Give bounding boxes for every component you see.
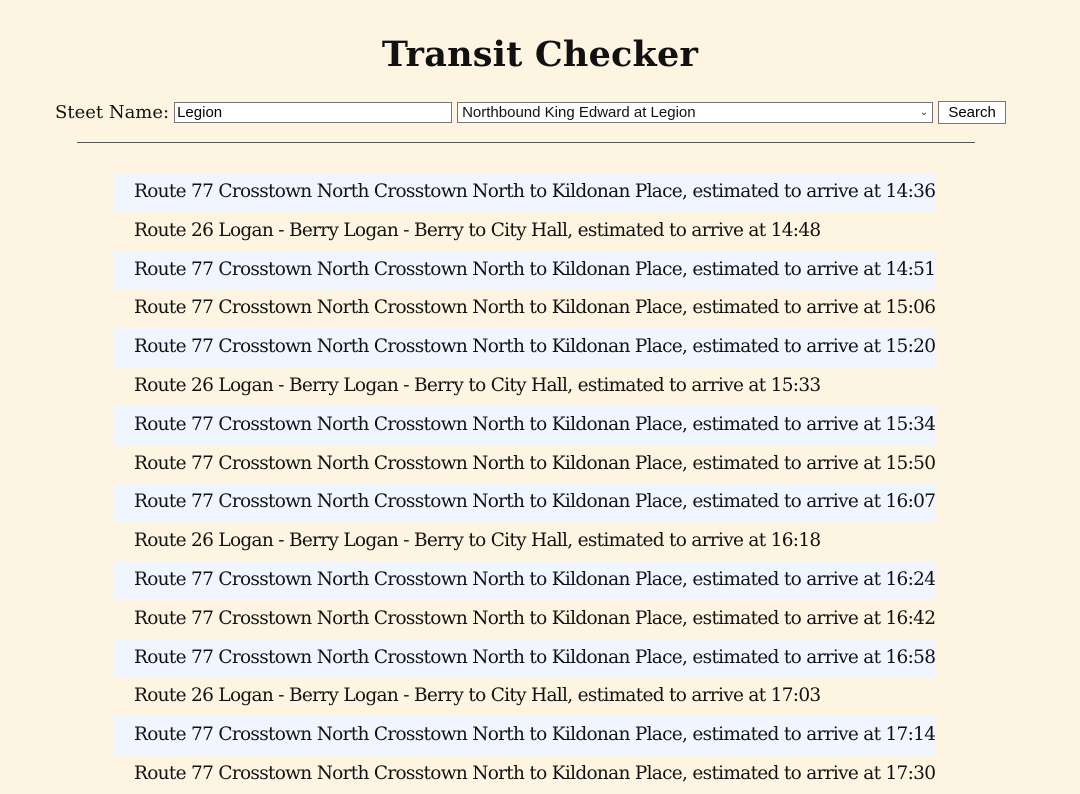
result-item: Route 77 Crosstown North Crosstown North…	[114, 638, 935, 678]
street-name-input[interactable]	[174, 102, 453, 123]
result-item: Route 77 Crosstown North Crosstown North…	[114, 328, 935, 367]
page-title: Transit Checker	[381, 34, 699, 75]
results-list: Route 77 Crosstown North Crosstown North…	[114, 173, 935, 794]
result-item: Route 77 Crosstown North Crosstown North…	[134, 607, 935, 629]
stop-select-value: Northbound King Edward at Legion	[462, 104, 696, 121]
result-item: Route 26 Logan - Berry Logan - Berry to …	[134, 685, 821, 707]
result-item: Route 77 Crosstown North Crosstown North…	[114, 716, 935, 755]
chevron-down-icon: ⌄	[919, 107, 929, 118]
result-item: Route 77 Crosstown North Crosstown North…	[114, 250, 935, 290]
result-item: Route 77 Crosstown North Crosstown North…	[114, 560, 935, 600]
result-item: Route 77 Crosstown North Crosstown North…	[114, 173, 935, 212]
result-item: Route 26 Logan - Berry Logan - Berry to …	[134, 530, 821, 552]
result-item: Route 77 Crosstown North Crosstown North…	[134, 762, 935, 784]
stop-select[interactable]: Northbound King Edward at Legion ⌄	[457, 102, 934, 123]
divider	[77, 142, 975, 143]
result-item: Route 77 Crosstown North Crosstown North…	[134, 297, 935, 319]
search-button[interactable]: Search	[938, 101, 1007, 124]
street-name-label: Steet Name:	[55, 102, 170, 123]
result-item: Route 77 Crosstown North Crosstown North…	[114, 405, 935, 445]
result-item: Route 26 Logan - Berry Logan - Berry to …	[134, 219, 821, 241]
search-form: Steet Name: Northbound King Edward at Le…	[55, 101, 1007, 124]
result-item: Route 26 Logan - Berry Logan - Berry to …	[134, 374, 821, 396]
result-item: Route 77 Crosstown North Crosstown North…	[114, 483, 935, 523]
result-item: Route 77 Crosstown North Crosstown North…	[134, 452, 935, 474]
